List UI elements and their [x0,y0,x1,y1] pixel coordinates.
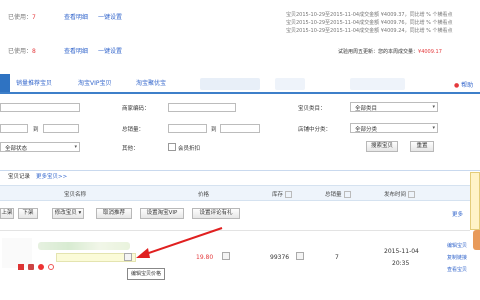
annotation-arrow [136,227,223,258]
side-avatar [473,230,480,250]
floating-side-panel[interactable] [470,172,480,230]
